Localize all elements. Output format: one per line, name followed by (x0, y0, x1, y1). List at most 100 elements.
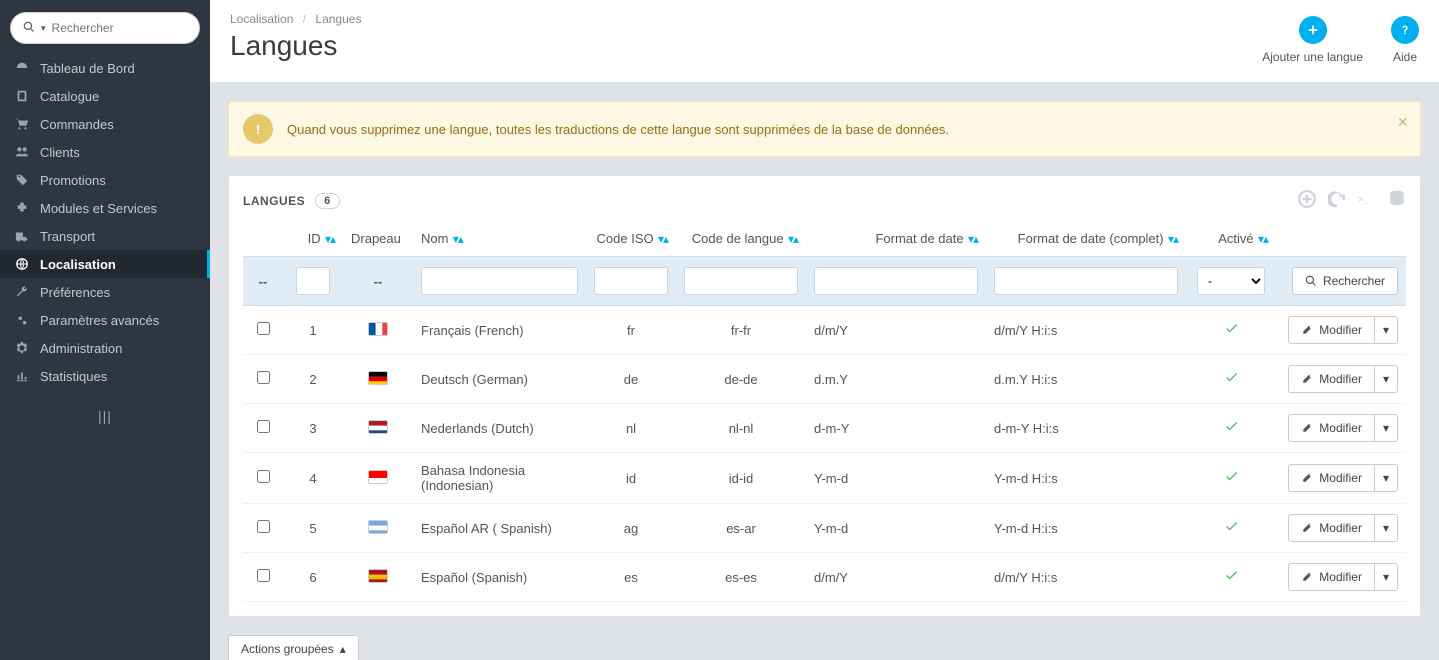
table-row[interactable]: 6Español (Spanish)eses-esd/m/Yd/m/Y H:i:… (243, 553, 1406, 602)
edit-button[interactable]: Modifier (1288, 514, 1375, 542)
sidebar-item-stats[interactable]: Statistiques (0, 362, 210, 390)
edit-dropdown-button[interactable]: ▾ (1375, 414, 1398, 442)
table-row[interactable]: 2Deutsch (German)dede-ded.m.Yd.m.Y H:i:s… (243, 355, 1406, 404)
enabled-check-icon[interactable] (1224, 422, 1239, 437)
col-header-iso[interactable]: Code ISO (597, 231, 654, 246)
sort-icon[interactable]: ▾▴ (1166, 232, 1178, 246)
filter-date-input[interactable] (814, 267, 978, 295)
filter-datefull-input[interactable] (994, 267, 1178, 295)
col-header-langcode[interactable]: Code de langue (692, 231, 784, 246)
cell-langcode: de-de (676, 355, 806, 404)
dropdown-caret-icon[interactable]: ▾ (41, 23, 46, 34)
sort-icon[interactable]: ▾▴ (1256, 232, 1268, 246)
enabled-check-icon[interactable] (1224, 571, 1239, 586)
edit-dropdown-button[interactable]: ▾ (1375, 316, 1398, 344)
cell-date: d.m.Y (806, 355, 986, 404)
flag-icon (368, 322, 388, 336)
col-header-date-full[interactable]: Format de date (complet) (1018, 231, 1164, 246)
caret-down-icon: ▾ (1383, 521, 1389, 535)
sql-icon[interactable]: >_ (1358, 190, 1376, 211)
search-input[interactable] (52, 21, 187, 35)
filter-placeholder: -- (343, 257, 413, 306)
languages-panel: LANGUES 6 >_ (228, 175, 1421, 617)
global-search[interactable]: ▾ (10, 12, 200, 44)
sidebar-item-preferences[interactable]: Préférences (0, 278, 210, 306)
filter-search-button[interactable]: Rechercher (1292, 267, 1398, 295)
bulk-actions-button[interactable]: Actions groupées ▴ (228, 635, 359, 660)
caret-down-icon: ▾ (1383, 372, 1389, 386)
sidebar-collapse-icon[interactable]: ||| (0, 390, 210, 442)
col-header-name[interactable]: Nom (421, 231, 448, 246)
help-button[interactable]: Aide (1391, 16, 1419, 64)
col-header-id[interactable]: ID (308, 231, 321, 246)
sort-icon[interactable]: ▾▴ (656, 232, 668, 246)
sidebar-item-clients[interactable]: Clients (0, 138, 210, 166)
cell-name: Español AR ( Spanish) (413, 504, 586, 553)
cart-icon (14, 116, 30, 132)
sidebar-item-promos[interactable]: Promotions (0, 166, 210, 194)
row-checkbox[interactable] (257, 322, 270, 335)
enabled-check-icon[interactable] (1224, 324, 1239, 339)
add-language-button[interactable]: Ajouter une langue (1262, 16, 1363, 64)
puzzle-icon (14, 200, 30, 216)
filter-name-input[interactable] (421, 267, 578, 295)
search-icon (1305, 275, 1317, 287)
enabled-check-icon[interactable] (1224, 373, 1239, 388)
table-row[interactable]: 5Español AR ( Spanish)ages-arY-m-dY-m-d … (243, 504, 1406, 553)
cell-iso: ag (586, 504, 676, 553)
col-header-enabled[interactable]: Activé (1218, 231, 1253, 246)
edit-dropdown-button[interactable]: ▾ (1375, 514, 1398, 542)
edit-button[interactable]: Modifier (1288, 563, 1375, 591)
edit-dropdown-button[interactable]: ▾ (1375, 563, 1398, 591)
table-row[interactable]: 1Français (French)frfr-frd/m/Yd/m/Y H:i:… (243, 306, 1406, 355)
filter-enabled-select[interactable]: - (1197, 267, 1265, 295)
cell-langcode: nl-nl (676, 404, 806, 453)
edit-button[interactable]: Modifier (1288, 316, 1375, 344)
flag-icon (368, 371, 388, 385)
cell-name: Deutsch (German) (413, 355, 586, 404)
enabled-check-icon[interactable] (1224, 522, 1239, 537)
edit-dropdown-button[interactable]: ▾ (1375, 464, 1398, 492)
filter-iso-input[interactable] (594, 267, 668, 295)
edit-button[interactable]: Modifier (1288, 414, 1375, 442)
sort-icon[interactable]: ▾▴ (786, 232, 798, 246)
sidebar-item-advanced[interactable]: Paramètres avancés (0, 306, 210, 334)
users-icon (14, 144, 30, 160)
sidebar-item-orders[interactable]: Commandes (0, 110, 210, 138)
sidebar-item-dashboard[interactable]: Tableau de Bord (0, 54, 210, 82)
add-icon[interactable] (1298, 190, 1316, 211)
sort-icon[interactable]: ▾▴ (450, 232, 462, 246)
sidebar-item-localisation[interactable]: Localisation (0, 250, 210, 278)
alert-close-button[interactable]: × (1397, 112, 1408, 133)
caret-down-icon: ▾ (1383, 471, 1389, 485)
edit-button[interactable]: Modifier (1288, 365, 1375, 393)
breadcrumb-leaf[interactable]: Langues (315, 12, 361, 26)
filter-id-input[interactable] (296, 267, 330, 295)
row-checkbox[interactable] (257, 569, 270, 582)
export-icon[interactable] (1388, 190, 1406, 211)
panel-title: LANGUES (243, 194, 305, 208)
sort-icon[interactable]: ▾▴ (966, 232, 978, 246)
sidebar-item-transport[interactable]: Transport (0, 222, 210, 250)
col-header-date[interactable]: Format de date (875, 231, 963, 246)
enabled-check-icon[interactable] (1224, 472, 1239, 487)
sidebar-item-catalogue[interactable]: Catalogue (0, 82, 210, 110)
row-checkbox[interactable] (257, 371, 270, 384)
refresh-icon[interactable] (1328, 190, 1346, 211)
sidebar-item-modules[interactable]: Modules et Services (0, 194, 210, 222)
row-checkbox[interactable] (257, 420, 270, 433)
cell-name: Français (French) (413, 306, 586, 355)
edit-dropdown-button[interactable]: ▾ (1375, 365, 1398, 393)
row-checkbox[interactable] (257, 520, 270, 533)
sidebar-item-admin[interactable]: Administration (0, 334, 210, 362)
row-checkbox[interactable] (257, 470, 270, 483)
cell-date-full: Y-m-d H:i:s (986, 453, 1186, 504)
flag-icon (368, 520, 388, 534)
sort-icon[interactable]: ▾▴ (323, 232, 335, 246)
breadcrumb-root[interactable]: Localisation (230, 12, 293, 26)
wrench-icon (14, 284, 30, 300)
edit-button[interactable]: Modifier (1288, 464, 1375, 492)
table-row[interactable]: 4Bahasa Indonesia (Indonesian)idid-idY-m… (243, 453, 1406, 504)
filter-langcode-input[interactable] (684, 267, 798, 295)
table-row[interactable]: 3Nederlands (Dutch)nlnl-nld-m-Yd-m-Y H:i… (243, 404, 1406, 453)
